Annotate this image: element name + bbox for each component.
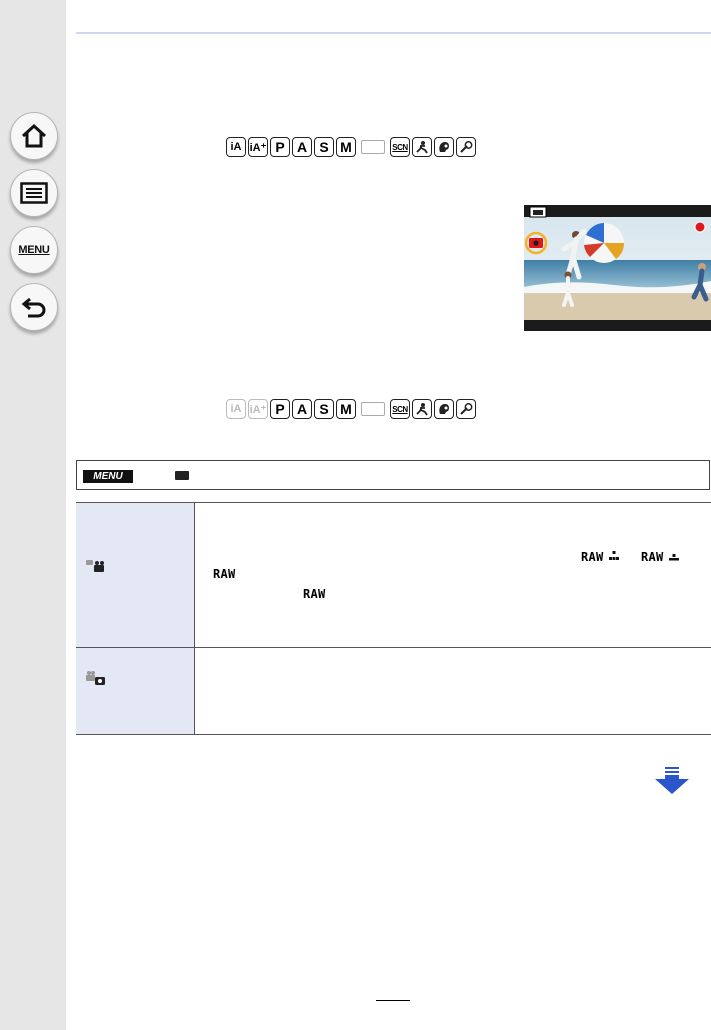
video-priority-icon: [86, 671, 105, 685]
mode-scn-icon: SCN: [390, 399, 410, 419]
mode-ia-plus-icon: iA⁺: [248, 399, 268, 419]
table-row-video-priority-header: [76, 648, 194, 734]
page-number-rule: [376, 1000, 410, 1001]
menu-button[interactable]: MENU: [10, 226, 58, 274]
menu-path-bar: MENU: [76, 460, 710, 490]
table-divider: [194, 503, 195, 734]
table-row-photo-priority-header: [76, 503, 194, 647]
raw-icon: RAW: [303, 587, 326, 601]
next-page-arrow-icon[interactable]: [655, 767, 689, 794]
mode-s-icon: S: [314, 137, 334, 157]
mode-custom-icon: [361, 140, 385, 154]
mode-p-icon: P: [270, 399, 290, 419]
menu-icon: MENU: [18, 244, 50, 256]
raw-fine-icon: RAW: [581, 550, 604, 564]
contents-button[interactable]: [10, 169, 58, 217]
quality-fine-icon: [609, 551, 619, 560]
mode-ia-plus-icon: iA⁺: [248, 137, 268, 157]
back-button[interactable]: [10, 283, 58, 331]
recording-modes-row-2: iA iA⁺ P A S M SCN: [226, 399, 476, 419]
mode-s-icon: S: [314, 399, 334, 419]
motion-picture-icon: [175, 471, 189, 480]
recording-modes-row-1: iA iA⁺ P A S M SCN: [226, 137, 476, 157]
home-button[interactable]: [10, 112, 58, 160]
mode-custom-icon: [361, 402, 385, 416]
mode-p-icon: P: [270, 137, 290, 157]
mode-creative-icon: [456, 137, 476, 157]
table-divider: [76, 647, 711, 648]
mode-a-icon: A: [292, 137, 312, 157]
quality-standard-icon: [669, 554, 679, 561]
header-rule: [76, 32, 711, 34]
mode-scn-icon: SCN: [390, 137, 410, 157]
mode-ia-icon: iA: [226, 399, 246, 419]
raw-standard-icon: RAW: [641, 550, 664, 564]
home-icon: [21, 123, 47, 148]
mode-child-icon: [412, 137, 432, 157]
recording-screen-illustration: [524, 205, 711, 331]
photo-priority-icon: [86, 560, 104, 572]
mode-a-icon: A: [292, 399, 312, 419]
list-icon: [20, 182, 48, 204]
mode-m-icon: M: [336, 137, 356, 157]
settings-table: RAW RAW RAW RAW: [76, 502, 711, 735]
raw-icon: RAW: [213, 567, 236, 581]
mode-child-icon: [412, 399, 432, 419]
sidebar: MENU: [0, 0, 66, 1030]
mode-portrait-icon: [434, 137, 454, 157]
mode-portrait-icon: [434, 399, 454, 419]
mode-creative-icon: [456, 399, 476, 419]
mode-m-icon: M: [336, 399, 356, 419]
menu-button-icon: MENU: [83, 470, 133, 483]
back-icon: [21, 297, 46, 318]
mode-ia-icon: iA: [226, 137, 246, 157]
